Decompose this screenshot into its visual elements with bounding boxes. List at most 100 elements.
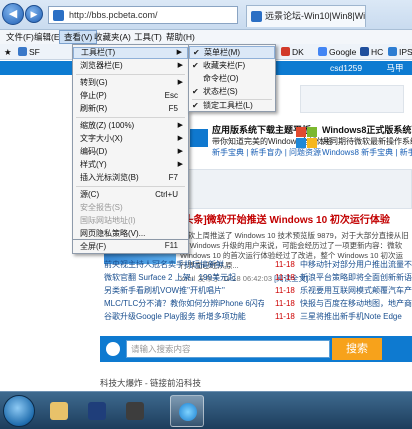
list-item[interactable]: 微软官翻 Surface 2 上架，199美元起 xyxy=(104,272,236,284)
menu-item-source[interactable]: 源(C) Ctrl+U xyxy=(73,189,188,201)
list-item[interactable]: 三星将推出新手机Note Edge xyxy=(300,311,412,323)
username-link[interactable]: csd1259 xyxy=(330,63,362,73)
headline-link[interactable]: [头条]微软开始推送 Windows 10 初次运行体验 xyxy=(180,214,410,227)
ips-icon xyxy=(388,47,397,56)
promo-left-icon xyxy=(190,129,208,147)
list-item[interactable]: MLC/TLC分不清？教你如何分辨iPhone 6闪存类型 xyxy=(104,298,264,310)
browser-tab[interactable]: 远景论坛-Win10|Win8|Win... xyxy=(246,5,366,27)
favorites-star-icon[interactable]: ★ xyxy=(4,46,12,58)
menu-item-goto[interactable]: 转到(G) ▶ xyxy=(73,77,188,89)
fav-item-hc[interactable]: HC xyxy=(360,46,383,58)
menu-item-caret-browsing[interactable]: 插入光标浏览(B) F7 xyxy=(73,172,188,184)
internet-explorer-icon xyxy=(179,403,197,421)
list-item[interactable]: 新浪平台策略即将全面创新新语言 xyxy=(300,272,412,284)
promo-right-sub: 共同期待微软最新操作系统，优化 xyxy=(322,137,412,146)
list-item[interactable]: 快报与百度在移动地图，地产商不再 xyxy=(300,298,412,310)
menu-favorites[interactable]: 收藏夹(A) xyxy=(90,30,135,44)
menu-separator xyxy=(76,74,185,75)
taskbar-explorer-button[interactable] xyxy=(42,395,76,427)
menu-item-zoom[interactable]: 缩放(Z) (100%) ▶ xyxy=(73,120,188,132)
hc-icon xyxy=(360,47,369,56)
promo-right-links: Windows8 新手宝典 | 新手盲办 xyxy=(322,148,412,157)
list-item-date: 11-18 xyxy=(275,273,295,282)
menu-item-intl-address: 国际网站地址(I) xyxy=(80,216,136,225)
search-input[interactable]: 请输入搜索内容 xyxy=(126,340,330,358)
submenu-arrow-icon: ▶ xyxy=(177,79,183,86)
promo-right[interactable]: Windows8正式版系统下载 共同期待微软最新操作系统，优化 Windows8… xyxy=(322,125,412,157)
dk-icon xyxy=(281,47,290,56)
checkmark-icon: ✔ xyxy=(192,61,199,70)
taskbar-ie-button[interactable] xyxy=(170,395,204,427)
menu-item-stop[interactable]: 停止(P) Esc xyxy=(73,90,188,102)
forward-button[interactable]: ▶ xyxy=(25,5,43,23)
menu-bar: 文件(F) 编辑(E) 查看(V) 收藏夹(A) 工具(T) 帮助(H) xyxy=(0,30,412,44)
menu-help[interactable]: 帮助(H) xyxy=(162,30,199,44)
toolbars-submenu: ✔ 菜单栏(M) ✔ 收藏夹栏(F) 命令栏(O) ✔ 状态栏(S) ✔ 锁定工具栏(L… xyxy=(188,44,276,112)
list-item[interactable]: 乐视要用互联网模式颠覆汽车产业 xyxy=(300,285,412,297)
user-box: csd1259 马甲 提醒 xyxy=(330,61,412,87)
menu-item-security-report: 安全报告(S) xyxy=(80,203,123,212)
submenu-item-lock-toolbars[interactable]: ✔ 锁定工具栏(L) xyxy=(189,100,275,112)
browser-window: ◀ ▶ http://bbs.pcbeta.com/ 远景论坛-Win10|Wi… xyxy=(0,0,412,429)
list-item-date: 11-18 xyxy=(275,299,295,308)
tab-favicon-icon xyxy=(251,11,262,22)
menu-item-toolbars[interactable]: 工具栏(T) ▶ xyxy=(73,47,188,59)
google-icon xyxy=(318,47,327,56)
checkmark-icon: ✔ xyxy=(192,101,199,110)
start-button[interactable] xyxy=(3,395,35,427)
promo-left-links: 新手宝典 | 新手盲办 | 问题资源 xyxy=(212,148,322,157)
list-item[interactable]: 谷歌升级Google Play服务 新增多项功能 xyxy=(104,311,246,323)
address-text: http://bbs.pcbeta.com/ xyxy=(69,10,158,20)
menu-item-text-size[interactable]: 文字大小(X) ▶ xyxy=(73,133,188,145)
menu-tools[interactable]: 工具(T) xyxy=(130,30,166,44)
submenu-arrow-icon: ▶ xyxy=(176,49,182,56)
fav-item-dk[interactable]: DK xyxy=(281,46,304,58)
submenu-item-status-bar[interactable]: ✔ 状态栏(S) xyxy=(189,85,275,98)
list-item-date: 11-18 xyxy=(275,286,295,295)
menu-item-style[interactable]: 样式(Y) ▶ xyxy=(73,159,188,171)
user-link-vest[interactable]: 马甲 xyxy=(387,63,404,73)
checkmark-icon: ✔ xyxy=(193,48,200,57)
search-bar: 请输入搜索内容 搜索 xyxy=(100,336,412,362)
section-title: 科技大爆炸 - 链接前沿科技 xyxy=(100,378,202,388)
submenu-item-favorites-bar[interactable]: ✔ 收藏夹栏(F) xyxy=(189,59,275,72)
checkmark-icon: ✔ xyxy=(192,87,199,96)
submenu-item-command-bar[interactable]: 命令栏(O) xyxy=(189,72,275,85)
view-menu: 工具栏(T) ▶ 浏览器栏(E) ▶ 转到(G) ▶ 停止(P) Esc 刷新(R) F5… xyxy=(72,44,189,240)
folder-icon xyxy=(50,402,68,420)
site-favicon-icon xyxy=(53,10,64,21)
taskbar-app-button[interactable] xyxy=(118,395,152,427)
folder-icon xyxy=(18,47,27,56)
taskbar-powershell-button[interactable] xyxy=(80,395,114,427)
list-item[interactable]: 另类新手看刷机VOW推"开机唱片" xyxy=(104,285,225,297)
fav-item-ips[interactable]: IPS xyxy=(388,46,412,58)
fav-item-google[interactable]: Google xyxy=(318,46,356,58)
address-field[interactable]: http://bbs.pcbeta.com/ xyxy=(48,6,238,24)
powershell-icon xyxy=(88,402,106,420)
back-button[interactable]: ◀ xyxy=(2,3,24,25)
header-banner xyxy=(300,85,404,113)
menu-item-refresh[interactable]: 刷新(R) F5 xyxy=(73,103,188,115)
submenu-arrow-icon: ▶ xyxy=(177,135,183,142)
submenu-arrow-icon: ▶ xyxy=(177,62,183,69)
menu-item-explorer-bars[interactable]: 浏览器栏(E) ▶ xyxy=(73,60,188,72)
search-logo-icon xyxy=(106,342,120,356)
menu-separator xyxy=(76,117,185,118)
windows-logo-icon xyxy=(296,127,318,149)
search-button[interactable]: 搜索 xyxy=(332,338,382,360)
menu-item-privacy[interactable]: 网页隐私策略(V)... xyxy=(73,228,188,239)
list-item[interactable]: 中移动针对部分用户推出流量不清零服 xyxy=(300,259,412,271)
menu-item-fullscreen[interactable]: 全屏(F) F11 xyxy=(72,240,189,254)
app-icon xyxy=(126,402,144,420)
address-bar-row: ◀ ▶ http://bbs.pcbeta.com/ 远景论坛-Win10|Wi… xyxy=(0,0,412,30)
submenu-arrow-icon: ▶ xyxy=(177,148,183,155)
menu-item-encoding[interactable]: 编码(D) ▶ xyxy=(73,146,188,158)
menu-separator xyxy=(76,186,185,187)
taskbar xyxy=(0,391,412,429)
submenu-arrow-icon: ▶ xyxy=(177,122,183,129)
submenu-item-menubar[interactable]: ✔ 菜单栏(M) xyxy=(189,46,275,59)
promo-right-title: Windows8正式版系统下载 xyxy=(322,125,412,135)
list-item[interactable]: 前央视主持人冠名卖手机玩搞新鲜... xyxy=(104,259,231,271)
fav-item-sf[interactable]: SF xyxy=(18,46,40,58)
list-item-date: 11-18 xyxy=(275,312,295,321)
